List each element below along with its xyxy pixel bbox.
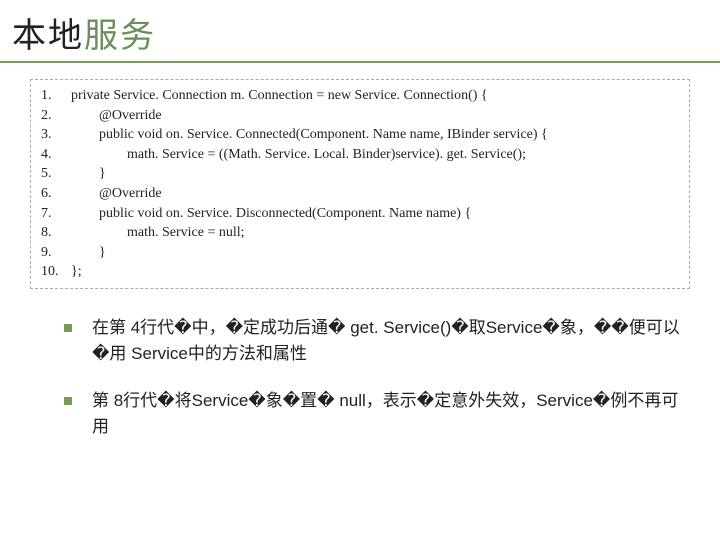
- bullet-text: 在第 4行代�中，�定成功后通� get. Service()�取Service…: [92, 315, 680, 368]
- list-item: 第 8行代�将Service�象�置� null，表示�定意外失效，Servic…: [64, 388, 680, 441]
- line-number: 7.: [41, 204, 71, 224]
- code-text: math. Service = ((Math. Service. Local. …: [71, 145, 679, 165]
- code-line: 6. @Override: [41, 184, 679, 204]
- code-line: 8. math. Service = null;: [41, 223, 679, 243]
- code-line: 9. }: [41, 243, 679, 263]
- line-number: 5.: [41, 164, 71, 184]
- code-text: public void on. Service. Disconnected(Co…: [71, 204, 679, 224]
- line-number: 3.: [41, 125, 71, 145]
- code-listing: 1.private Service. Connection m. Connect…: [30, 79, 690, 289]
- code-text: }: [71, 243, 679, 263]
- code-text: @Override: [71, 106, 679, 126]
- code-line: 4. math. Service = ((Math. Service. Loca…: [41, 145, 679, 165]
- page-title: 本地服务: [12, 8, 720, 57]
- line-number: 8.: [41, 223, 71, 243]
- title-bar: 本地服务: [0, 0, 720, 63]
- code-line: 5. }: [41, 164, 679, 184]
- code-text: public void on. Service. Connected(Compo…: [71, 125, 679, 145]
- code-text: private Service. Connection m. Connectio…: [71, 86, 679, 106]
- code-line: 2. @Override: [41, 106, 679, 126]
- code-text: }: [71, 164, 679, 184]
- bullet-list: 在第 4行代�中，�定成功后通� get. Service()�取Service…: [64, 315, 680, 440]
- code-line: 7. public void on. Service. Disconnected…: [41, 204, 679, 224]
- bullet-text: 第 8行代�将Service�象�置� null，表示�定意外失效，Servic…: [92, 388, 680, 441]
- square-bullet-icon: [64, 397, 72, 405]
- line-number: 4.: [41, 145, 71, 165]
- line-number: 10.: [41, 262, 71, 282]
- title-part-2: 服务: [84, 17, 156, 55]
- code-line: 3. public void on. Service. Connected(Co…: [41, 125, 679, 145]
- line-number: 1.: [41, 86, 71, 106]
- code-text: };: [71, 262, 679, 282]
- line-number: 9.: [41, 243, 71, 263]
- list-item: 在第 4行代�中，�定成功后通� get. Service()�取Service…: [64, 315, 680, 368]
- square-bullet-icon: [64, 324, 72, 332]
- code-text: @Override: [71, 184, 679, 204]
- line-number: 6.: [41, 184, 71, 204]
- code-line: 10.};: [41, 262, 679, 282]
- line-number: 2.: [41, 106, 71, 126]
- title-part-1: 本地: [12, 17, 84, 55]
- code-text: math. Service = null;: [71, 223, 679, 243]
- code-line: 1.private Service. Connection m. Connect…: [41, 86, 679, 106]
